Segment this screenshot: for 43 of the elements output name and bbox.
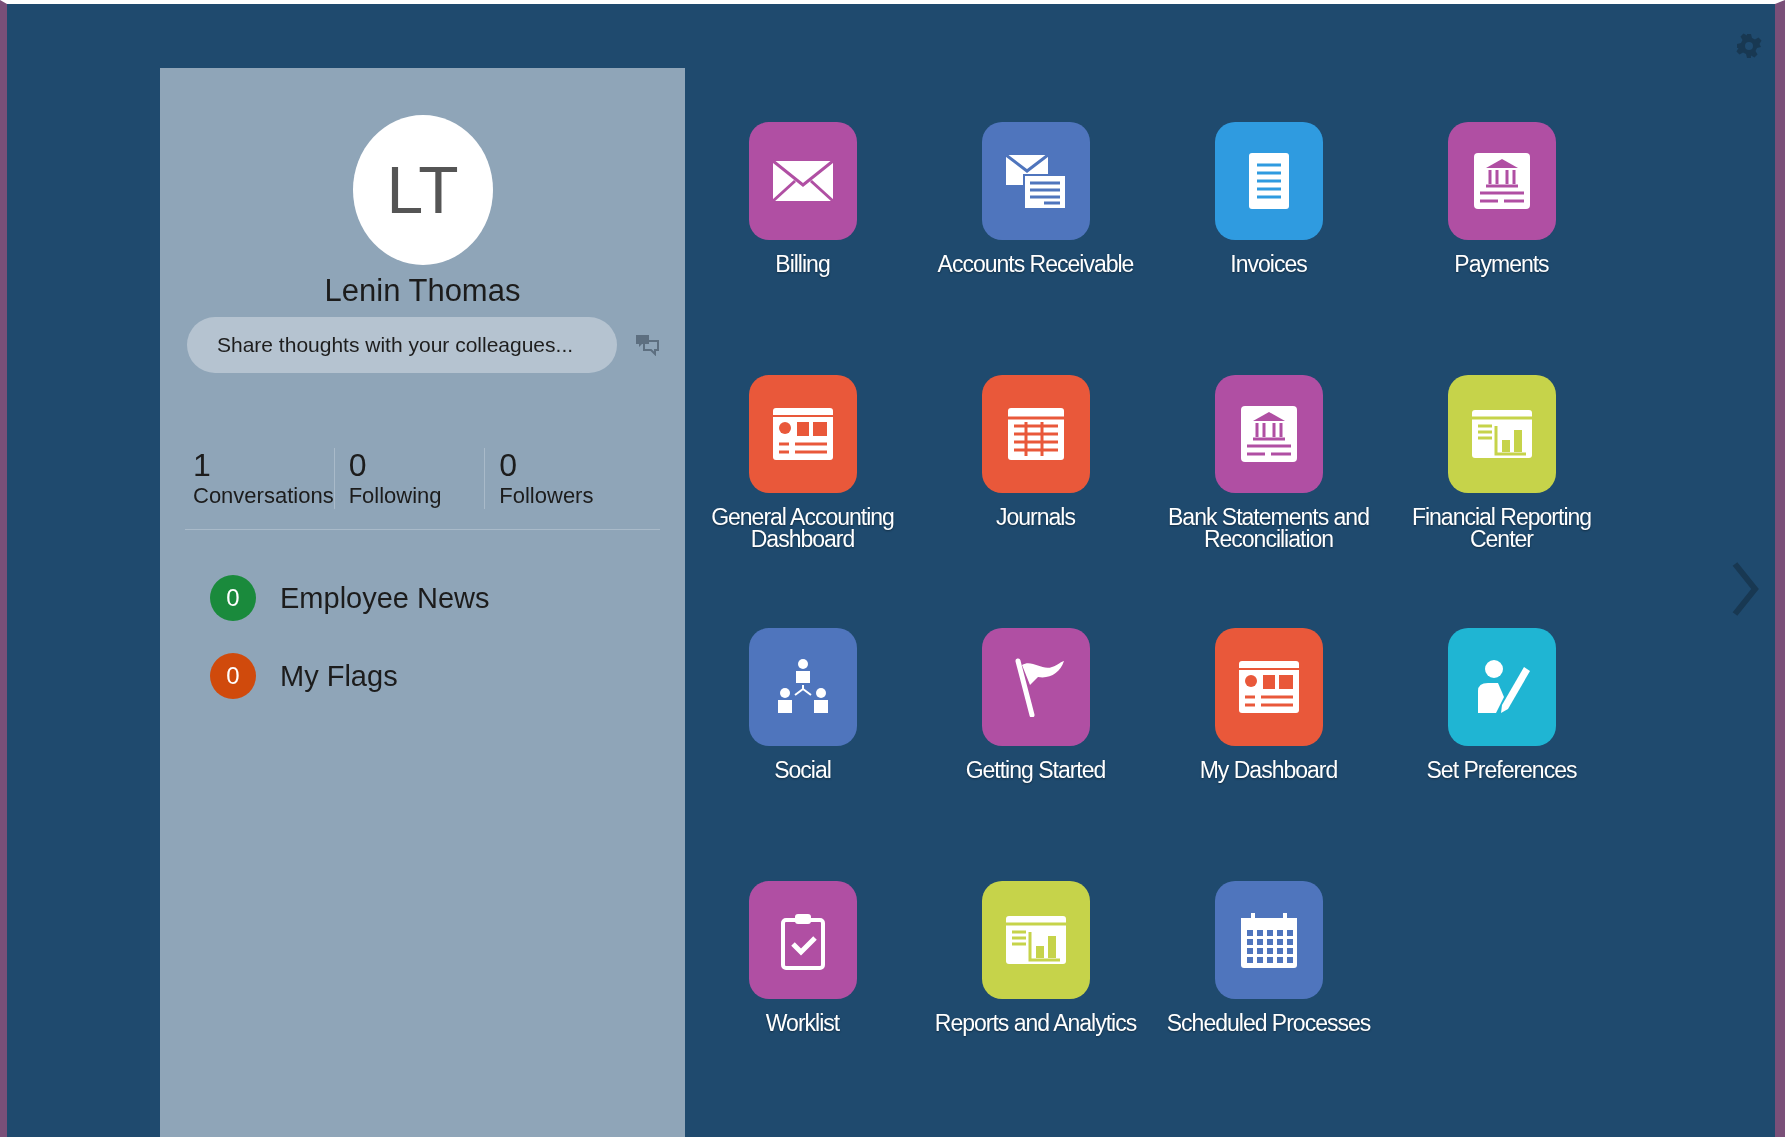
feed-link[interactable]: Employee News bbox=[280, 581, 490, 615]
user-name: Lenin Thomas bbox=[324, 273, 521, 309]
app-label[interactable]: Accounts Receivable bbox=[923, 254, 1148, 276]
app-tile[interactable] bbox=[1214, 375, 1323, 493]
app-label[interactable]: Worklist bbox=[690, 1013, 915, 1035]
feed-link[interactable]: My Flags bbox=[280, 659, 398, 693]
app-label[interactable]: General Accounting Dashboard bbox=[690, 507, 915, 551]
app-tile[interactable] bbox=[748, 122, 857, 240]
stat-count: 0 bbox=[499, 448, 519, 484]
app-tile[interactable] bbox=[1214, 122, 1323, 240]
count-badge: 0 bbox=[210, 653, 256, 700]
stat-count: 1 bbox=[193, 448, 212, 484]
app-tile[interactable] bbox=[748, 628, 857, 746]
app-tile[interactable] bbox=[1447, 628, 1556, 746]
app-tile[interactable] bbox=[1447, 375, 1556, 493]
stat-label[interactable]: Followers bbox=[499, 483, 635, 510]
app-label[interactable]: Journals bbox=[923, 507, 1148, 529]
app-tile[interactable] bbox=[748, 375, 857, 493]
app-tile[interactable] bbox=[1214, 881, 1323, 999]
stat-count: 0 bbox=[348, 448, 368, 484]
count-badge: 0 bbox=[210, 575, 256, 622]
app-tile[interactable] bbox=[981, 881, 1090, 999]
app-label[interactable]: Getting Started bbox=[923, 760, 1148, 782]
stat-label[interactable]: Following bbox=[348, 483, 485, 510]
app-label[interactable]: Bank Statements and Reconciliation bbox=[1156, 507, 1381, 551]
app-label[interactable]: Reports and Analytics bbox=[923, 1013, 1148, 1035]
app-label[interactable]: Billing bbox=[690, 254, 915, 276]
app-tile[interactable] bbox=[981, 375, 1090, 493]
app-label[interactable]: Invoices bbox=[1156, 254, 1381, 276]
app-label[interactable]: My Dashboard bbox=[1156, 760, 1381, 782]
app-label[interactable]: Scheduled Processes bbox=[1156, 1013, 1381, 1035]
app-tile[interactable] bbox=[748, 881, 857, 999]
share-field[interactable]: Share thoughts with your colleagues... bbox=[187, 317, 617, 373]
app-label[interactable]: Payments bbox=[1389, 254, 1614, 276]
avatar: LT bbox=[352, 115, 493, 265]
stat-label[interactable]: Conversations bbox=[193, 483, 334, 510]
app-label[interactable]: Social bbox=[690, 760, 915, 782]
app-tile[interactable] bbox=[1447, 122, 1556, 240]
app-tile[interactable] bbox=[981, 628, 1090, 746]
app-label[interactable]: Financial Reporting Center bbox=[1389, 507, 1614, 551]
app-tile[interactable] bbox=[981, 122, 1090, 240]
app-tile[interactable] bbox=[1214, 628, 1323, 746]
app-label[interactable]: Set Preferences bbox=[1389, 760, 1614, 782]
